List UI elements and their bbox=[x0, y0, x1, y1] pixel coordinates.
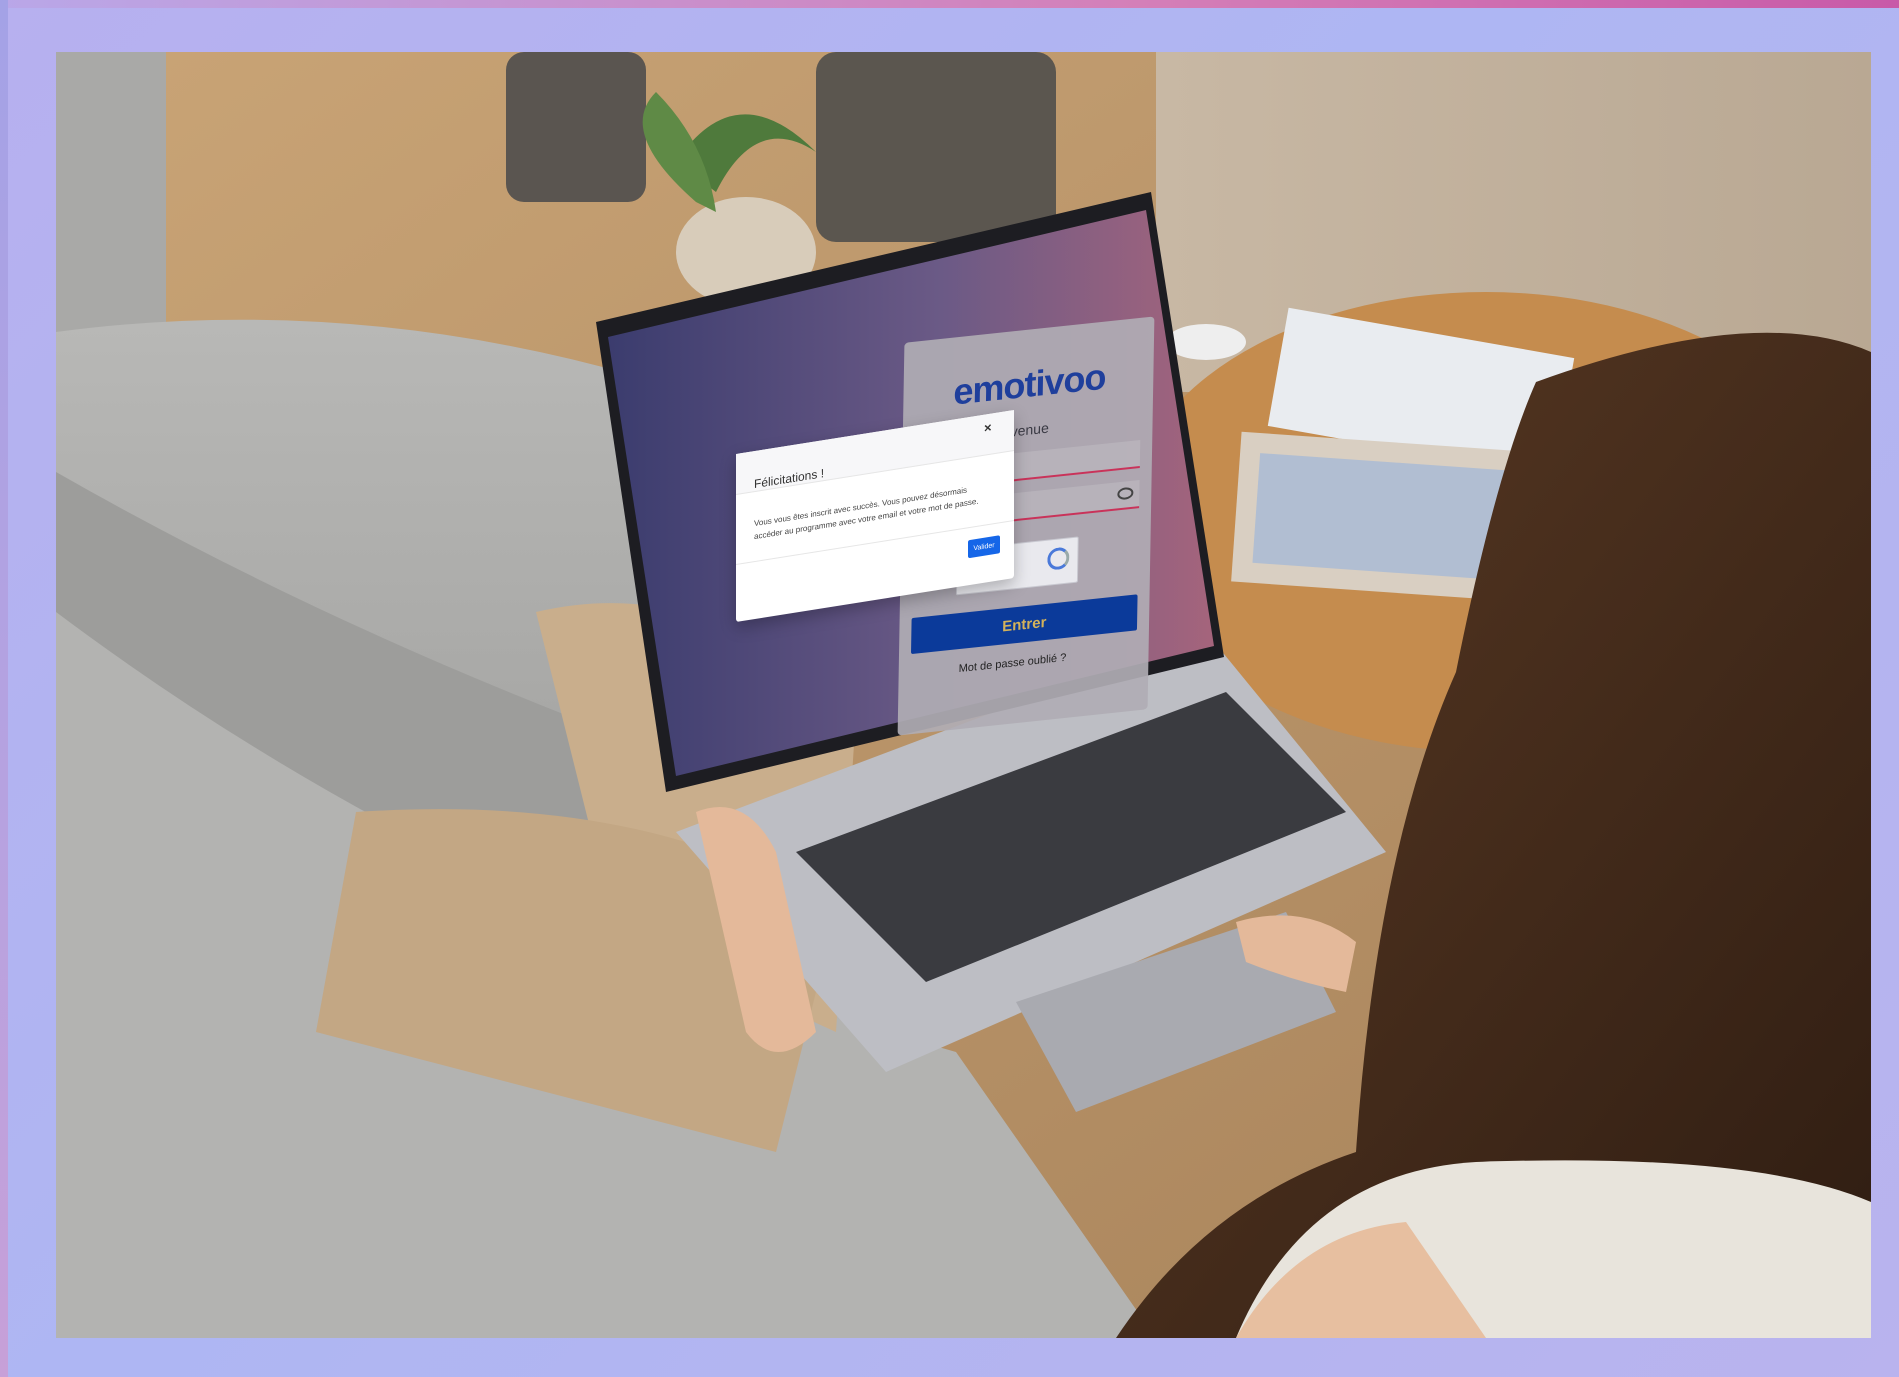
left-gradient-strip bbox=[0, 0, 8, 1377]
photo-scene bbox=[56, 52, 1871, 1338]
top-gradient-strip bbox=[0, 0, 1899, 8]
lifestyle-photo: emotivoo Bienvenue pas un robot Entrer M… bbox=[56, 52, 1871, 1338]
